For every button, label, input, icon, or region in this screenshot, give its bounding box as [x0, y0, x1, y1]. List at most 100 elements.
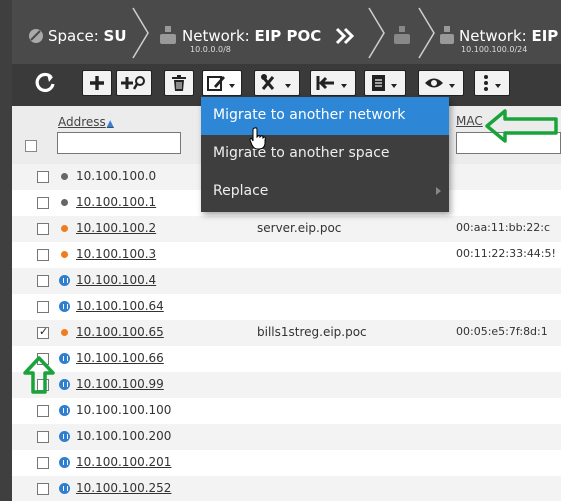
table-row[interactable]: 10.100.100.99 [12, 372, 561, 398]
ip-address-link[interactable]: 10.100.100.1 [76, 195, 156, 209]
mac-address: 00:05:e5:7f:8d:1 [456, 325, 548, 338]
status-dot-icon [61, 225, 68, 232]
breadcrumb-network-label: Network: [459, 27, 527, 45]
view-menu-button[interactable] [418, 70, 464, 96]
mac-address: 00:aa:11:bb:22:c [456, 221, 551, 234]
add-search-button[interactable] [116, 70, 152, 96]
more-vertical-icon [484, 75, 501, 91]
free-address-icon [59, 301, 70, 312]
table-row[interactable]: 10.100.100.100 [12, 398, 561, 424]
status-dot-icon [61, 173, 68, 180]
free-address-icon [59, 405, 70, 416]
more-menu-button[interactable] [474, 70, 510, 96]
ip-address-link[interactable]: 10.100.100.66 [76, 351, 164, 365]
table-row[interactable]: 10.100.100.66 [12, 346, 561, 372]
breadcrumb-network-eip[interactable]: Network: EIP 10.100.100.0/24 [440, 0, 561, 64]
network-icon [394, 26, 410, 47]
table-row[interactable]: 10.100.100.200 [12, 424, 561, 450]
breadcrumb-separator-icon [368, 7, 385, 59]
row-checkbox[interactable] [37, 483, 49, 495]
submenu-arrow-icon [436, 187, 441, 195]
status-dot-icon [61, 199, 68, 206]
hostname: server.eip.poc [257, 221, 342, 235]
breadcrumb-network-value: EIP POC [254, 27, 322, 45]
menu-item-migrate-space[interactable]: Migrate to another space [201, 135, 449, 173]
add-search-icon [121, 76, 145, 90]
breadcrumb-space-value: SU [103, 27, 127, 45]
breadcrumb-network-label: Network: [182, 27, 250, 45]
report-menu-button[interactable] [364, 70, 406, 96]
ip-address-link[interactable]: 10.100.100.252 [76, 481, 171, 495]
double-chevron-icon[interactable] [335, 27, 355, 45]
row-checkbox[interactable] [37, 431, 49, 443]
import-icon [316, 76, 347, 90]
table-row[interactable]: 10.100.100.64 [12, 294, 561, 320]
free-address-icon [59, 457, 70, 468]
document-icon [372, 75, 397, 91]
edit-icon [207, 76, 235, 91]
refresh-icon[interactable] [34, 72, 56, 94]
hand-cursor-icon [249, 127, 266, 150]
menu-item-replace[interactable]: Replace [201, 173, 449, 211]
row-checkbox[interactable] [37, 457, 49, 469]
free-address-icon [59, 483, 70, 494]
ip-address-link[interactable]: 10.100.100.64 [76, 299, 164, 313]
ip-address-link[interactable]: 10.100.100.4 [76, 273, 156, 287]
column-header-address-label: Address [58, 115, 106, 129]
menu-item-label: Migrate to another network [213, 107, 406, 123]
plus-icon [90, 76, 104, 90]
table-row[interactable]: 10.100.100.2 server.eip.poc 00:aa:11:bb:22… [12, 216, 561, 242]
sort-asc-icon: ▲ [106, 119, 114, 129]
ip-address-link[interactable]: 10.100.100.100 [76, 403, 171, 417]
row-checkbox[interactable] [37, 197, 49, 209]
edit-dropdown-menu: Migrate to another network Migrate to an… [201, 97, 449, 212]
free-address-icon [59, 379, 70, 390]
table-row[interactable]: 10.100.100.4 [12, 268, 561, 294]
ip-address-link[interactable]: 10.100.100.3 [76, 247, 156, 261]
address-filter-input[interactable] [57, 132, 181, 154]
breadcrumb-network-subnet: 10.100.100.0/24 [461, 45, 528, 54]
row-checkbox[interactable] [37, 325, 49, 339]
column-header-mac[interactable]: MAC [456, 114, 483, 128]
table-row[interactable]: 10.100.100.65 bills1streg.eip.poc 00:05:e5… [12, 320, 561, 346]
select-all-checkbox[interactable] [25, 140, 37, 152]
breadcrumb-space-label: Space: [48, 27, 99, 45]
mac-address: 00:11:22:33:44:5! [456, 247, 556, 260]
left-panel-edge [0, 0, 12, 501]
breadcrumb-separator-icon [132, 7, 149, 59]
row-checkbox[interactable] [37, 275, 49, 287]
network-icon [440, 26, 454, 47]
eye-icon [425, 78, 455, 88]
green-arrow-left-icon [485, 109, 558, 143]
ip-address-link[interactable]: 10.100.100.201 [76, 455, 171, 469]
row-checkbox[interactable] [37, 249, 49, 261]
row-checkbox[interactable] [37, 301, 49, 313]
breadcrumb-network-subnet: 10.0.0.0/8 [190, 45, 231, 54]
ip-address-link[interactable]: 10.100.100.2 [76, 221, 156, 235]
row-checkbox[interactable] [37, 405, 49, 417]
add-button[interactable] [82, 70, 112, 96]
status-dot-icon [61, 251, 68, 258]
row-checkbox[interactable] [37, 223, 49, 235]
tools-menu-button[interactable] [254, 70, 300, 96]
breadcrumb-separator-icon [418, 7, 435, 59]
delete-button[interactable] [164, 70, 194, 96]
network-icon [160, 26, 176, 47]
row-checkbox[interactable] [37, 171, 49, 183]
menu-item-label: Migrate to another space [213, 145, 390, 161]
ip-address-link[interactable]: 10.100.100.0 [76, 169, 156, 183]
ip-address-link[interactable]: 10.100.100.200 [76, 429, 171, 443]
table-row[interactable]: 10.100.100.201 [12, 450, 561, 476]
column-header-address[interactable]: Address▲ [58, 115, 114, 129]
table-row[interactable]: 10.100.100.3 00:11:22:33:44:5! [12, 242, 561, 268]
breadcrumb-network-eip-poc[interactable]: Network: EIP POC 10.0.0.0/8 [160, 0, 360, 64]
menu-item-label: Replace [213, 183, 269, 199]
ip-address-link[interactable]: 10.100.100.99 [76, 377, 164, 391]
menu-item-migrate-network[interactable]: Migrate to another network [201, 97, 449, 135]
table-row[interactable]: 10.100.100.252 [12, 476, 561, 501]
free-address-icon [59, 353, 70, 364]
ip-address-link[interactable]: 10.100.100.65 [76, 325, 164, 339]
import-menu-button[interactable] [310, 70, 356, 96]
tools-icon [261, 74, 291, 90]
edit-menu-button[interactable] [202, 70, 242, 96]
